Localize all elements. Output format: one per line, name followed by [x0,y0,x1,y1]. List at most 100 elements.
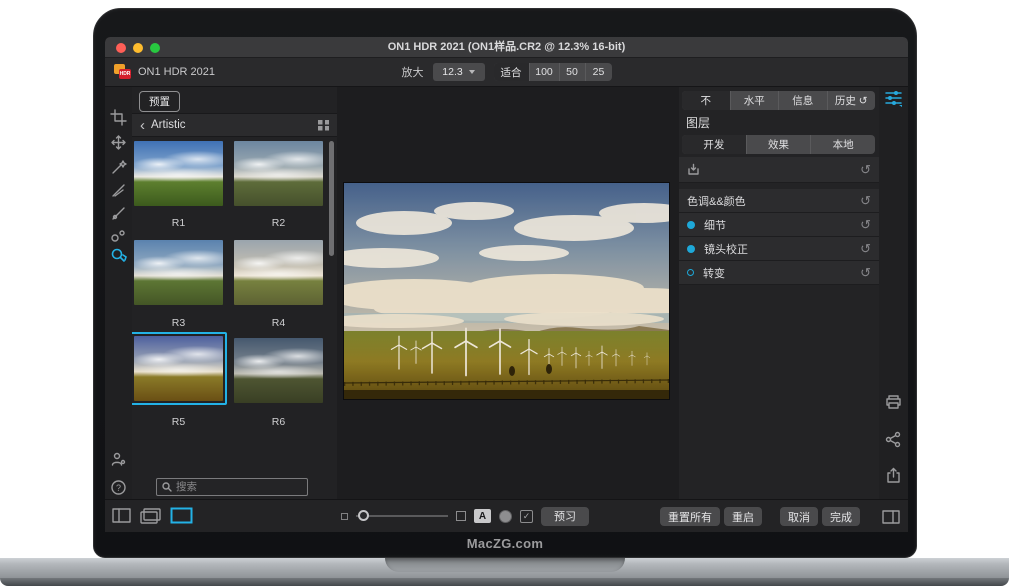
masking-brush-tool-icon[interactable] [110,182,127,199]
preview-button[interactable]: 预习 [541,507,589,526]
minimize-window-button[interactable] [133,43,143,53]
preset-thumb[interactable] [234,338,323,403]
right-icon-rail [879,87,908,499]
app-name: ON1 HDR 2021 [138,66,215,78]
preset-thumb[interactable] [234,240,323,305]
section-detail[interactable]: 细节 ↺ [679,213,879,237]
thumb-size-large-icon [456,511,466,521]
tab-info[interactable]: 信息 [779,91,828,110]
preset-category-header[interactable]: ‹ Artistic [132,113,337,137]
compare-view-icon[interactable] [140,508,161,524]
tab-levels[interactable]: 水平 [731,91,780,110]
crop-tool-icon[interactable] [110,109,127,126]
section-lens-correction[interactable]: 镜头校正 ↺ [679,237,879,261]
zoom-25-button[interactable]: 25 [586,63,612,81]
search-box[interactable] [156,478,308,496]
search-icon [162,482,172,492]
slider-knob[interactable] [358,510,369,521]
restart-button[interactable]: 重启 [724,507,762,526]
close-window-button[interactable] [116,43,126,53]
bezel-brand: MacZG.com [94,536,916,551]
move-tool-icon[interactable] [110,134,127,151]
tab-develop[interactable]: 开发 [682,135,747,154]
thumbnail-size-slider[interactable] [356,506,448,526]
enabled-dot-icon[interactable] [687,245,695,253]
print-icon[interactable] [885,394,902,411]
preset-thumb[interactable] [134,141,223,206]
cancel-button[interactable]: 取消 [780,507,818,526]
svg-text:?: ? [116,483,121,493]
auto-button[interactable]: A [474,509,491,523]
tab-history[interactable]: 历史 ↺ [828,91,876,110]
history-undo-icon: ↺ [859,95,868,107]
mode-tab-bar: 开发 效果 本地 [682,135,875,154]
bottom-bar: A ✓ 预习 重置所有 重启 取消 完成 [105,499,908,532]
tab-effects[interactable]: 效果 [747,135,812,154]
zoom-pan-tool-icon[interactable] [110,247,127,264]
chevron-down-icon [469,70,475,74]
presets-panel: 预置 ‹ Artistic R1 R2 R3 [132,87,337,499]
preset-thumb-selected[interactable] [132,332,227,405]
single-view-icon[interactable] [170,507,193,524]
preset-category-name: Artistic [151,119,186,131]
soft-proof-icon[interactable] [499,510,512,523]
section-transform[interactable]: 转变 ↺ [679,261,879,285]
window-titlebar[interactable]: ON1 HDR 2021 (ON1样品.CR2 @ 12.3% 16-bit) [105,37,908,58]
mask-view-checkbox[interactable]: ✓ [520,510,533,523]
screen: ON1 HDR 2021 (ON1样品.CR2 @ 12.3% 16-bit) … [105,37,908,532]
canvas-photo [344,183,669,399]
laptop-base [0,558,1009,578]
preset-label: R6 [234,416,323,428]
adjustment-brush-tool-icon[interactable] [110,159,127,176]
undo-icon[interactable]: ↺ [860,194,871,207]
preset-label: R3 [134,317,223,329]
zoom-50-button[interactable]: 50 [560,63,586,81]
browse-split-view-icon[interactable] [112,508,131,523]
preset-thumbnail-grid: R1 R2 R3 R4 R5 R6 [132,137,337,428]
laptop-bezel: ON1 HDR 2021 (ON1样品.CR2 @ 12.3% 16-bit) … [93,8,917,558]
on1-logo-icon: HDR [114,64,131,79]
undo-icon[interactable]: ↺ [860,218,871,231]
presets-button[interactable]: 预置 [139,91,180,112]
section-tone-color[interactable]: 色调&&颜色 ↺ [679,189,879,213]
preset-label: R1 [134,217,223,229]
help-icon[interactable]: ? [110,479,127,496]
disabled-dot-icon[interactable] [687,269,694,276]
tab-local[interactable]: 本地 [811,135,875,154]
main-area: ? 预置 ‹ Artistic R1 [105,87,908,499]
undo-icon[interactable]: ↺ [860,163,871,176]
share-icon[interactable] [885,431,902,448]
masking-bug-tool-icon[interactable] [110,205,127,222]
canvas-area[interactable] [337,87,679,499]
preset-thumb[interactable] [134,240,223,305]
account-icon[interactable] [110,451,127,468]
preset-label: R4 [234,317,323,329]
preset-thumb[interactable] [234,141,323,206]
tab-none[interactable]: 不 [682,91,731,110]
zoom-level-value: 12.3 [442,66,462,78]
done-button[interactable]: 完成 [822,507,860,526]
back-chevron-icon[interactable]: ‹ [140,118,145,133]
fit-button[interactable]: 适合 [494,63,530,81]
thumb-size-small-icon [341,513,348,520]
top-toolbar: HDR ON1 HDR 2021 放大 12.3 适合 100 50 25 [105,58,908,87]
retouch-tool-icon[interactable] [110,228,127,245]
fit-segment-control: 适合 100 50 25 [494,63,612,81]
zoom-100-button[interactable]: 100 [530,63,560,81]
export-icon[interactable] [885,467,902,484]
search-input[interactable] [176,481,296,493]
left-tool-rail: ? [105,87,132,499]
panel-toggle-icon[interactable] [882,510,900,524]
zoom-level-dropdown[interactable]: 12.3 [433,63,485,81]
undo-icon[interactable]: ↺ [860,266,871,279]
presets-scrollbar[interactable] [329,141,334,256]
tone-tray-row[interactable]: ↺ [679,157,879,183]
undo-icon[interactable]: ↺ [860,242,871,255]
window-title: ON1 HDR 2021 (ON1样品.CR2 @ 12.3% 16-bit) [388,41,626,53]
adjustments-sliders-icon[interactable] [885,89,902,106]
zoom-window-button[interactable] [150,43,160,53]
grid-view-icon[interactable] [318,120,329,131]
enabled-dot-icon[interactable] [687,221,695,229]
reset-all-button[interactable]: 重置所有 [660,507,720,526]
right-panel: 不 水平 信息 历史 ↺ 图层 开发 效果 本地 [679,87,879,499]
